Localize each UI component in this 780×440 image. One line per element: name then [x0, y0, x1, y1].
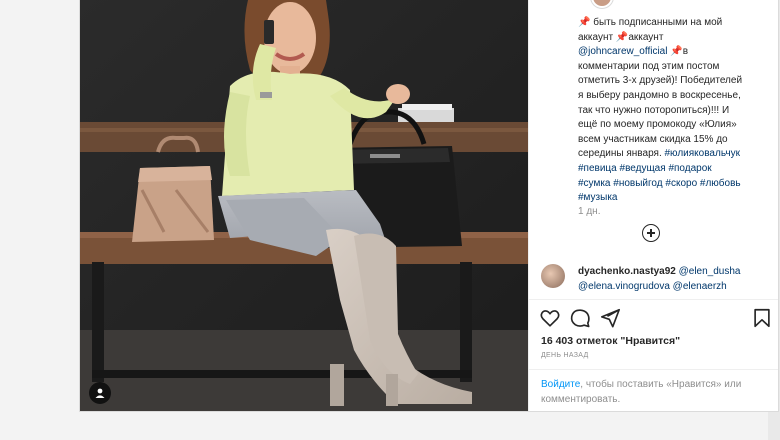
login-link[interactable]: Войдите [541, 379, 580, 390]
caption-line: всем участникам скидка 15% до [578, 133, 728, 145]
comment-text: dyachenko.nastya92 @elen_dusha @elena.vi… [578, 264, 776, 294]
caption-timestamp[interactable]: 1 дн. [578, 206, 600, 217]
divider [529, 369, 778, 370]
caption-mention-link[interactable]: @johncarew_official [578, 46, 667, 57]
user-tags-icon[interactable] [89, 382, 111, 404]
caption-line: ещё по моему промокоду «Юлия» [578, 119, 737, 131]
post-details-panel: 📌 быть подписанными на мой аккаунт 📌акка… [528, 0, 778, 411]
hashtag-link[interactable]: #подарок [668, 163, 711, 174]
caption-line: комментарии под этим постом [578, 60, 720, 72]
hashtag-link[interactable]: #музыка [578, 192, 617, 203]
hashtag-link[interactable]: #певица [578, 163, 617, 174]
comment-mention-link[interactable]: @elena.vinogrudova [578, 281, 670, 292]
hashtag-link[interactable]: #любовь [700, 178, 741, 189]
hashtag-link[interactable]: #скоро [665, 178, 697, 189]
login-prompt: Войдите, чтобы поставить «Нравится» или … [541, 377, 771, 407]
caption-line: так что нужно поторопиться)!!! И [578, 104, 730, 116]
comment-icon[interactable] [569, 307, 591, 329]
caption-line: середины января. [578, 148, 662, 160]
bookmark-icon[interactable] [751, 307, 773, 329]
share-icon[interactable] [599, 307, 621, 329]
caption-line: отметить 3-х друзей)! Победителей [578, 75, 743, 87]
caption-line: аккаунт 📌аккаунт [578, 31, 664, 43]
caption-line: 📌в [667, 46, 689, 58]
post-date: ДЕНЬ НАЗАД [541, 352, 589, 359]
caption-line: я выберу рандомно в воскресенье, [578, 89, 741, 101]
hashtag-link[interactable]: #новыйгод [613, 178, 662, 189]
post-card: 📌 быть подписанными на мой аккаунт 📌акка… [79, 0, 779, 412]
post-photo[interactable] [80, 0, 528, 411]
hashtag-link[interactable]: #сумка [578, 178, 610, 189]
load-more-comments-icon[interactable] [642, 224, 660, 242]
likes-count[interactable]: 16 403 отметок "Нравится" [541, 335, 680, 347]
post-actions-bar [529, 307, 778, 331]
hashtag-link[interactable]: #юлияковальчук [665, 148, 740, 159]
comment-username[interactable]: dyachenko.nastya92 [578, 266, 676, 277]
caption-line: 📌 быть подписанными на мой [578, 17, 723, 28]
comment-mention-link[interactable]: @elen_dusha [679, 266, 741, 277]
author-avatar[interactable] [591, 0, 613, 8]
post-photo-illustration [80, 0, 528, 411]
comment-avatar[interactable] [541, 264, 565, 288]
divider [529, 299, 778, 300]
post-caption: 📌 быть подписанными на мой аккаунт 📌акка… [578, 16, 774, 206]
comment-mention-link[interactable]: @elenaerzh [673, 281, 727, 292]
heart-icon[interactable] [539, 307, 561, 329]
hashtag-link[interactable]: #ведущая [620, 163, 666, 174]
